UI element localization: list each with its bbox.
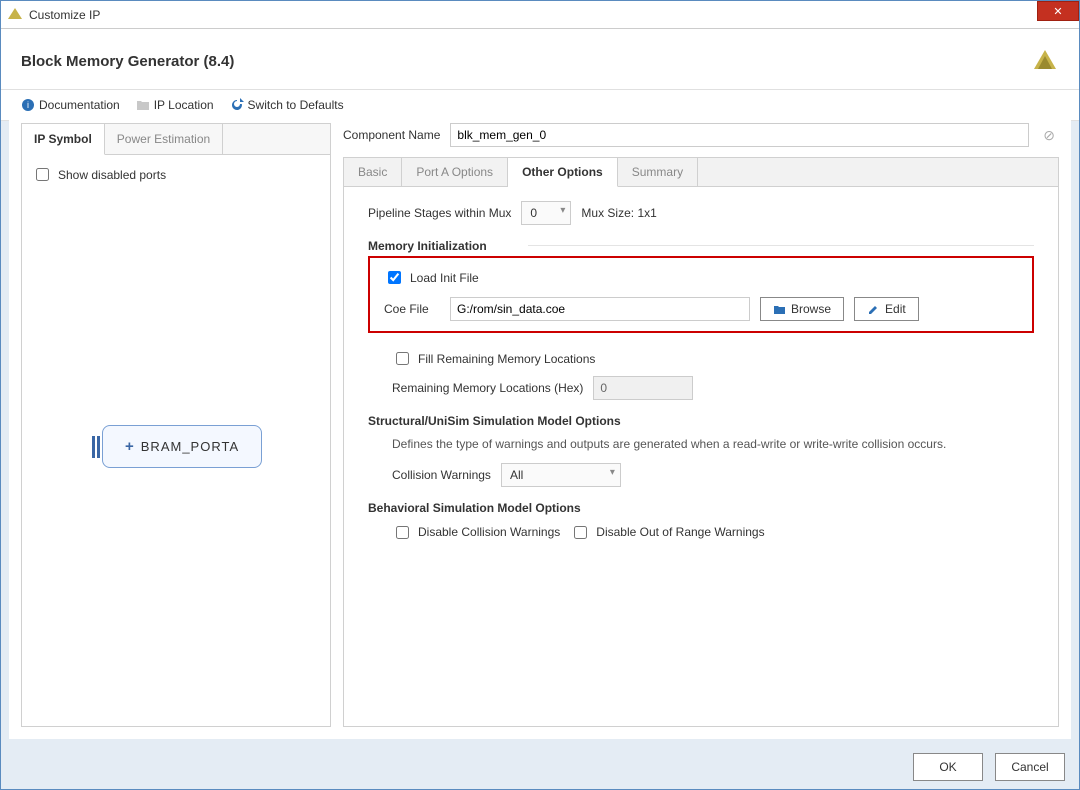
disable-range-label: Disable Out of Range Warnings bbox=[596, 525, 764, 539]
iploc-link[interactable]: IP Location bbox=[136, 98, 214, 112]
info-icon: i bbox=[21, 98, 35, 112]
iploc-label: IP Location bbox=[154, 98, 214, 112]
doc-label: Documentation bbox=[39, 98, 120, 112]
cancel-button[interactable]: Cancel bbox=[995, 753, 1065, 781]
tab-power-estimation[interactable]: Power Estimation bbox=[105, 124, 223, 154]
fill-remaining-label: Fill Remaining Memory Locations bbox=[418, 352, 595, 366]
browse-button[interactable]: Browse bbox=[760, 297, 844, 321]
component-name-label: Component Name bbox=[343, 128, 440, 142]
app-icon bbox=[7, 7, 23, 23]
behsim-heading: Behavioral Simulation Model Options bbox=[368, 501, 1034, 515]
doc-link[interactable]: i Documentation bbox=[21, 98, 120, 112]
tab-summary[interactable]: Summary bbox=[618, 158, 698, 186]
ip-symbol: + BRAM_PORTA bbox=[92, 425, 262, 468]
window: Customize IP ✕ Block Memory Generator (8… bbox=[0, 0, 1080, 790]
load-init-file-label: Load Init File bbox=[410, 271, 479, 285]
body: IP Symbol Power Estimation Show disabled… bbox=[9, 111, 1071, 739]
titlebar: Customize IP ✕ bbox=[1, 1, 1079, 29]
pencil-icon bbox=[867, 303, 880, 316]
refresh-icon bbox=[230, 98, 244, 112]
left-tabbar: IP Symbol Power Estimation bbox=[22, 124, 330, 155]
disable-range-checkbox[interactable] bbox=[574, 526, 587, 539]
folder-open-icon bbox=[773, 303, 786, 316]
coe-file-input[interactable] bbox=[450, 297, 750, 321]
remaining-input bbox=[593, 376, 693, 400]
pipeline-row: Pipeline Stages within Mux 0 Mux Size: 1… bbox=[368, 201, 1034, 225]
fill-remaining-checkbox[interactable] bbox=[396, 352, 409, 365]
close-icon: ✕ bbox=[1053, 5, 1062, 18]
disable-collision-label: Disable Collision Warnings bbox=[418, 525, 560, 539]
page-title: Block Memory Generator (8.4) bbox=[21, 53, 1031, 70]
folder-icon bbox=[136, 98, 150, 112]
window-title: Customize IP bbox=[29, 8, 1079, 22]
expand-icon: + bbox=[125, 438, 135, 455]
reset-link[interactable]: Switch to Defaults bbox=[230, 98, 344, 112]
show-disabled-ports-label: Show disabled ports bbox=[58, 168, 166, 182]
ok-button[interactable]: OK bbox=[913, 753, 983, 781]
svg-text:i: i bbox=[27, 100, 29, 110]
meminit-heading: Memory Initialization bbox=[368, 239, 1034, 253]
ip-block[interactable]: + BRAM_PORTA bbox=[102, 425, 262, 468]
left-content: Show disabled ports + BRAM_PORTA bbox=[22, 155, 330, 726]
tab-other-options[interactable]: Other Options bbox=[508, 158, 618, 187]
tab-basic[interactable]: Basic bbox=[344, 158, 402, 186]
structsim-help: Defines the type of warnings and outputs… bbox=[392, 436, 1034, 453]
left-pane: IP Symbol Power Estimation Show disabled… bbox=[21, 123, 331, 727]
pipeline-label: Pipeline Stages within Mux bbox=[368, 206, 511, 220]
mux-size-label: Mux Size: 1x1 bbox=[581, 206, 656, 220]
collision-warn-label: Collision Warnings bbox=[392, 468, 491, 482]
remaining-label: Remaining Memory Locations (Hex) bbox=[392, 381, 583, 395]
meminit-highlight: Load Init File Coe File Browse bbox=[368, 256, 1034, 333]
clear-icon[interactable]: ⊘ bbox=[1039, 127, 1059, 144]
tab-ip-symbol[interactable]: IP Symbol bbox=[22, 124, 105, 155]
load-init-file-checkbox[interactable] bbox=[388, 271, 401, 284]
footer: OK Cancel bbox=[913, 753, 1065, 781]
component-name-input[interactable] bbox=[450, 123, 1029, 147]
structsim-heading: Structural/UniSim Simulation Model Optio… bbox=[368, 414, 1034, 428]
coe-file-label: Coe File bbox=[384, 302, 440, 316]
options-panel: Pipeline Stages within Mux 0 Mux Size: 1… bbox=[343, 187, 1059, 727]
disable-collision-checkbox[interactable] bbox=[396, 526, 409, 539]
tab-porta[interactable]: Port A Options bbox=[402, 158, 508, 186]
header: Block Memory Generator (8.4) bbox=[1, 29, 1079, 90]
right-pane: Component Name ⊘ Basic Port A Options Ot… bbox=[343, 123, 1059, 727]
edit-button[interactable]: Edit bbox=[854, 297, 919, 321]
reset-label: Switch to Defaults bbox=[248, 98, 344, 112]
ip-block-label: BRAM_PORTA bbox=[141, 439, 239, 454]
port-bars-icon bbox=[92, 436, 100, 458]
vendor-logo-icon bbox=[1031, 47, 1059, 75]
collision-warn-select[interactable]: All bbox=[501, 463, 621, 487]
show-disabled-ports-checkbox[interactable] bbox=[36, 168, 49, 181]
component-name-row: Component Name ⊘ bbox=[343, 123, 1059, 147]
right-tabbar: Basic Port A Options Other Options Summa… bbox=[343, 157, 1059, 187]
pipeline-select[interactable]: 0 bbox=[521, 201, 571, 225]
close-button[interactable]: ✕ bbox=[1037, 1, 1079, 21]
